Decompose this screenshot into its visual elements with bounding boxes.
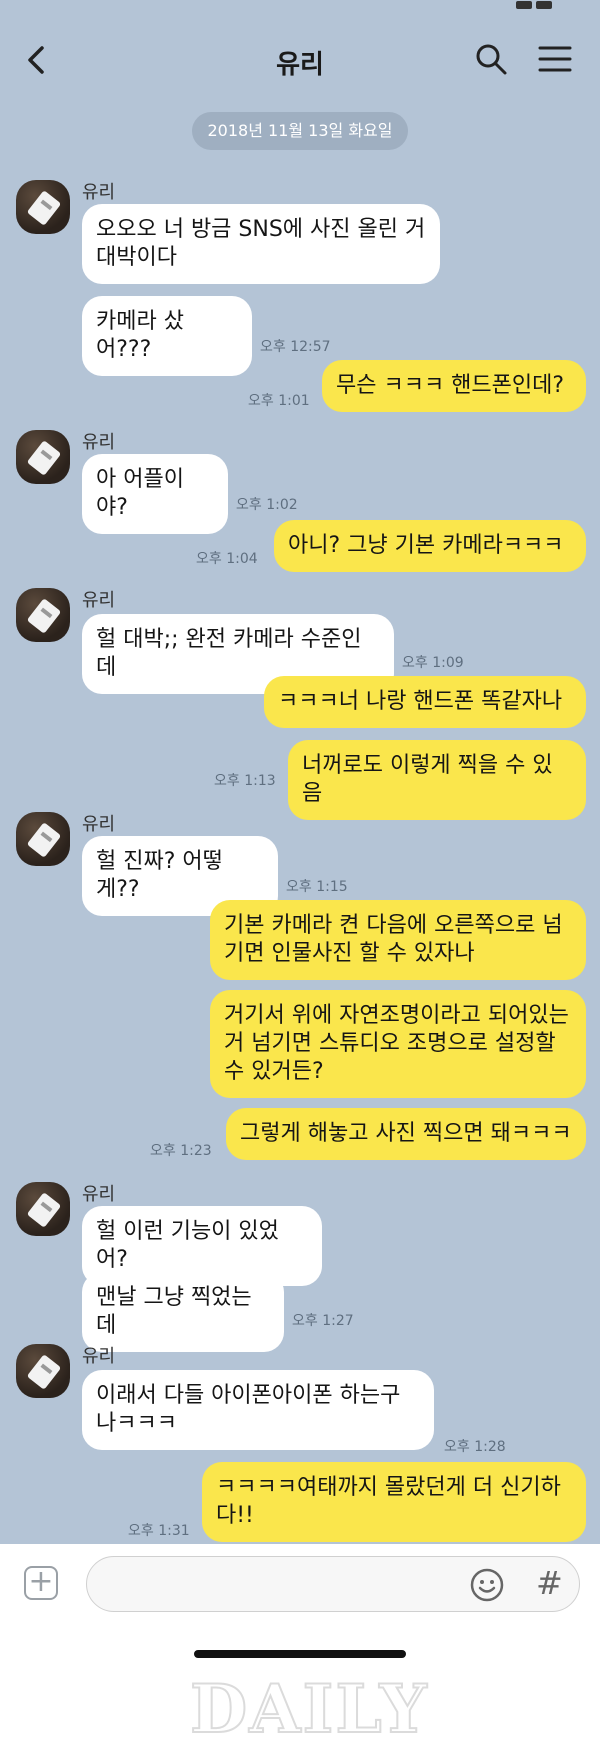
message-bubble-incoming[interactable]: 아 어플이야? <box>82 454 228 534</box>
sender-name: 유리 <box>82 814 116 835</box>
chevron-left-icon <box>28 46 44 74</box>
message-input[interactable] <box>86 1556 580 1612</box>
avatar[interactable] <box>16 1344 70 1398</box>
message-bubble-outgoing[interactable]: ㅋㅋㅋㅋ여태까지 몰랐던게 더 신기하다!! <box>202 1462 586 1542</box>
message-time: 오후 1:09 <box>402 655 464 671</box>
search-button[interactable] <box>474 42 508 76</box>
message-input-bar: + # <box>0 1544 600 1624</box>
hash-icon: # <box>536 1564 563 1602</box>
sender-name: 유리 <box>82 432 116 453</box>
sender-name: 유리 <box>82 1184 116 1205</box>
smiley-icon <box>470 1568 504 1602</box>
hash-button[interactable]: # <box>536 1564 563 1602</box>
message-time: 오후 1:31 <box>128 1523 190 1539</box>
avatar[interactable] <box>16 812 70 866</box>
message-bubble-incoming[interactable]: 카메라 샀어??? <box>82 296 252 376</box>
message-time: 오후 1:23 <box>150 1143 212 1159</box>
chat-title: 유리 <box>276 50 324 80</box>
message-time: 오후 12:57 <box>260 339 331 355</box>
sender-name: 유리 <box>82 1346 116 1367</box>
plus-button[interactable]: + <box>24 1566 58 1600</box>
message-bubble-outgoing[interactable]: ㅋㅋㅋ너 나랑 핸드폰 똑같자나 <box>264 676 586 728</box>
plus-square-icon: + <box>28 1564 54 1599</box>
message-bubble-outgoing[interactable]: 무슨 ㅋㅋㅋ 핸드폰인데? <box>322 360 586 412</box>
bottom-area: DAILY <box>0 1624 600 1760</box>
date-divider: 2018년 11월 13일 화요일 <box>192 112 408 150</box>
message-bubble-outgoing[interactable]: 거기서 위에 자연조명이라고 되어있는 거 넘기면 스튜디오 조명으로 설정할 … <box>210 990 586 1098</box>
hamburger-menu-icon <box>538 46 572 72</box>
sender-name: 유리 <box>82 590 116 611</box>
sender-name: 유리 <box>82 182 116 203</box>
home-indicator[interactable] <box>194 1650 406 1658</box>
avatar[interactable] <box>16 588 70 642</box>
message-bubble-outgoing[interactable]: 아니? 그냥 기본 카메라ㅋㅋㅋ <box>274 520 586 572</box>
status-bar <box>0 0 600 14</box>
menu-button[interactable] <box>538 44 572 74</box>
status-icons <box>512 0 572 9</box>
message-time: 오후 1:02 <box>236 497 298 513</box>
emoji-button[interactable] <box>470 1568 504 1602</box>
message-bubble-incoming[interactable]: 이래서 다들 아이폰아이폰 하는구나ㅋㅋㅋ <box>82 1370 434 1450</box>
message-bubble-outgoing[interactable]: 그렇게 해놓고 사진 찍으면 돼ㅋㅋㅋ <box>226 1108 586 1160</box>
message-time: 오후 1:04 <box>196 551 258 567</box>
chat-header: 유리 <box>0 0 600 110</box>
message-time: 오후 1:27 <box>292 1313 354 1329</box>
message-bubble-outgoing[interactable]: 너꺼로도 이렇게 찍을 수 있음 <box>288 740 586 820</box>
message-time: 오후 1:01 <box>248 393 310 409</box>
avatar[interactable] <box>16 430 70 484</box>
message-time: 오후 1:28 <box>444 1439 506 1455</box>
search-icon <box>476 44 507 75</box>
watermark-logo: DAILY <box>189 1669 429 1749</box>
avatar[interactable] <box>16 180 70 234</box>
back-button[interactable] <box>22 40 52 80</box>
message-bubble-incoming[interactable]: 오오오 너 방금 SNS에 사진 올린 거 대박이다 <box>82 204 440 284</box>
message-bubble-incoming[interactable]: 맨날 그냥 찍었는데 <box>82 1272 284 1352</box>
message-bubble-outgoing[interactable]: 기본 카메라 켠 다음에 오른쪽으로 넘기면 인물사진 할 수 있자나 <box>210 900 586 980</box>
avatar[interactable] <box>16 1182 70 1236</box>
message-time: 오후 1:13 <box>214 773 276 789</box>
message-time: 오후 1:15 <box>286 879 348 895</box>
